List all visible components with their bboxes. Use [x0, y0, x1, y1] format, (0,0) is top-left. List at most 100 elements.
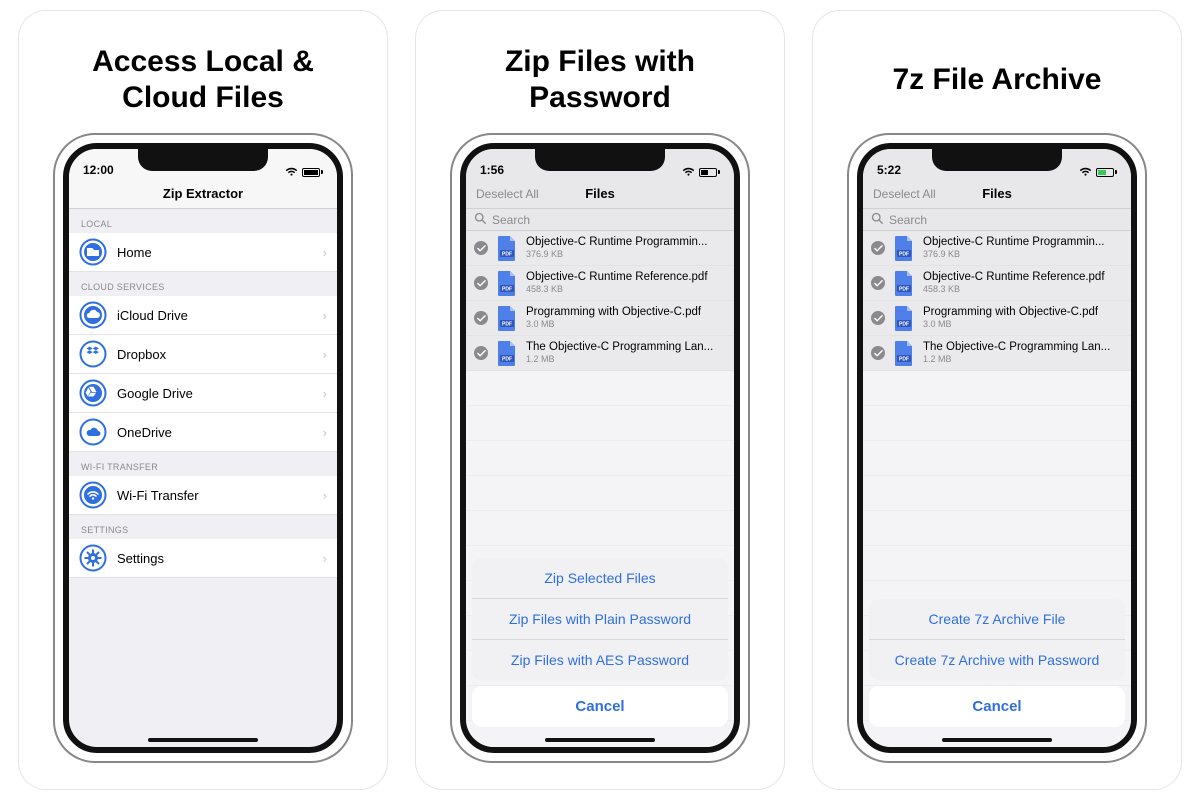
file-name: Objective-C Runtime Reference.pdf: [923, 271, 1123, 284]
chevron-right-icon: ›: [323, 551, 327, 566]
file-name: Objective-C Runtime Programmin...: [923, 236, 1123, 249]
row-label: Dropbox: [117, 347, 323, 362]
promo-card-1: Access Local & Cloud Files 12:00 Zip Ext…: [18, 10, 388, 790]
home-indicator: [545, 738, 655, 742]
nav-bar: Deselect All Files: [863, 179, 1131, 209]
row-label: Google Drive: [117, 386, 323, 401]
pdf-file-icon: PDF: [893, 269, 915, 297]
file-row[interactable]: PDF The Objective-C Programming Lan...1.2…: [863, 336, 1131, 371]
row-settings[interactable]: Settings ›: [69, 539, 337, 578]
row-home[interactable]: Home ›: [69, 233, 337, 272]
promo-card-2: Zip Files with Password 1:56 Deselect Al…: [415, 10, 785, 790]
home-indicator: [148, 738, 258, 742]
wifi-icon: [1079, 167, 1092, 177]
file-row[interactable]: PDFObjective-C Runtime Programmin...376.…: [863, 231, 1131, 266]
section-header-local: LOCAL: [69, 209, 337, 233]
checkmark-icon: [871, 311, 885, 325]
svg-text:PDF: PDF: [502, 322, 512, 328]
file-size: 376.9 KB: [923, 249, 1123, 259]
section-header-wifi: WI-FI TRANSFER: [69, 452, 337, 476]
checkmark-icon: [474, 346, 488, 360]
search-placeholder: Search: [492, 213, 530, 227]
file-row[interactable]: PDF Objective-C Runtime Reference.pdf458.…: [863, 266, 1131, 301]
file-row[interactable]: PDF The Objective-C Programming Lan...1.2…: [466, 336, 734, 371]
row-label: Wi-Fi Transfer: [117, 488, 323, 503]
nav-title: Files: [982, 186, 1012, 201]
wifi-icon: [79, 481, 107, 509]
section-header-cloud: CLOUD SERVICES: [69, 272, 337, 296]
status-icons: [682, 167, 720, 177]
search-icon: [474, 212, 486, 227]
cloud-icon: [79, 301, 107, 329]
phone-mock: 1:56 Deselect All Files Search PDFObject…: [450, 133, 750, 763]
file-size: 458.3 KB: [923, 284, 1123, 294]
checkmark-icon: [871, 276, 885, 290]
svg-text:PDF: PDF: [899, 287, 909, 293]
wifi-icon: [285, 167, 298, 177]
search-bar[interactable]: Search: [863, 209, 1131, 231]
chevron-right-icon: ›: [323, 425, 327, 440]
file-name: Programming with Objective-C.pdf: [923, 306, 1123, 319]
card-headline: Zip Files with Password: [505, 35, 695, 125]
gdrive-icon: [79, 379, 107, 407]
search-bar[interactable]: Search: [466, 209, 734, 231]
battery-icon: [1096, 168, 1117, 177]
nav-title: Zip Extractor: [163, 186, 243, 201]
svg-text:PDF: PDF: [899, 322, 909, 328]
checkmark-icon: [474, 311, 488, 325]
home-indicator: [942, 738, 1052, 742]
status-icons: [285, 167, 323, 177]
phone-mock: 12:00 Zip Extractor LOCAL Home › CLOUD S…: [53, 133, 353, 763]
row-label: Home: [117, 245, 323, 260]
svg-text:PDF: PDF: [502, 357, 512, 363]
file-size: 1.2 MB: [526, 354, 726, 364]
card-headline: 7z File Archive: [893, 35, 1102, 125]
phone-notch: [535, 149, 665, 171]
file-size: 376.9 KB: [526, 249, 726, 259]
chevron-right-icon: ›: [323, 245, 327, 260]
svg-text:PDF: PDF: [502, 287, 512, 293]
file-name: The Objective-C Programming Lan...: [526, 341, 726, 354]
row-dropbox[interactable]: Dropbox ›: [69, 335, 337, 374]
checkmark-icon: [871, 346, 885, 360]
file-name: Programming with Objective-C.pdf: [526, 306, 726, 319]
file-size: 3.0 MB: [526, 319, 726, 329]
wifi-icon: [682, 167, 695, 177]
svg-text:PDF: PDF: [502, 252, 512, 258]
row-onedrive[interactable]: OneDrive ›: [69, 413, 337, 452]
file-row[interactable]: PDF Programming with Objective-C.pdf3.0 M…: [466, 301, 734, 336]
file-name: Objective-C Runtime Programmin...: [526, 236, 726, 249]
onedrive-icon: [79, 418, 107, 446]
status-time: 12:00: [83, 163, 114, 177]
file-size: 458.3 KB: [526, 284, 726, 294]
phone-notch: [138, 149, 268, 171]
deselect-all-button[interactable]: Deselect All: [873, 187, 936, 201]
status-time: 1:56: [480, 163, 504, 177]
deselect-all-button[interactable]: Deselect All: [476, 187, 539, 201]
file-name: The Objective-C Programming Lan...: [923, 341, 1123, 354]
gear-icon: [79, 544, 107, 572]
chevron-right-icon: ›: [323, 488, 327, 503]
row-icloud[interactable]: iCloud Drive ›: [69, 296, 337, 335]
pdf-file-icon: PDF: [496, 304, 518, 332]
pdf-file-icon: PDF: [496, 339, 518, 367]
file-row[interactable]: PDF Objective-C Runtime Programmin...376.…: [466, 231, 734, 266]
chevron-right-icon: ›: [323, 386, 327, 401]
row-wifi-transfer[interactable]: Wi-Fi Transfer ›: [69, 476, 337, 515]
section-header-settings: SETTINGS: [69, 515, 337, 539]
file-size: 3.0 MB: [923, 319, 1123, 329]
card-headline: Access Local & Cloud Files: [92, 35, 314, 125]
row-label: Settings: [117, 551, 323, 566]
phone-mock: 5:22 Deselect All Files Search PDFObject…: [847, 133, 1147, 763]
file-row[interactable]: PDF Programming with Objective-C.pdf3.0 M…: [863, 301, 1131, 336]
phone-notch: [932, 149, 1062, 171]
pdf-file-icon: PDF: [893, 339, 915, 367]
file-row[interactable]: PDFObjective-C Runtime Reference.pdf458.…: [466, 266, 734, 301]
checkmark-icon: [871, 241, 885, 255]
row-label: OneDrive: [117, 425, 323, 440]
row-gdrive[interactable]: Google Drive ›: [69, 374, 337, 413]
row-label: iCloud Drive: [117, 308, 323, 323]
file-size: 1.2 MB: [923, 354, 1123, 364]
checkmark-icon: [474, 241, 488, 255]
folder-icon: [79, 238, 107, 266]
